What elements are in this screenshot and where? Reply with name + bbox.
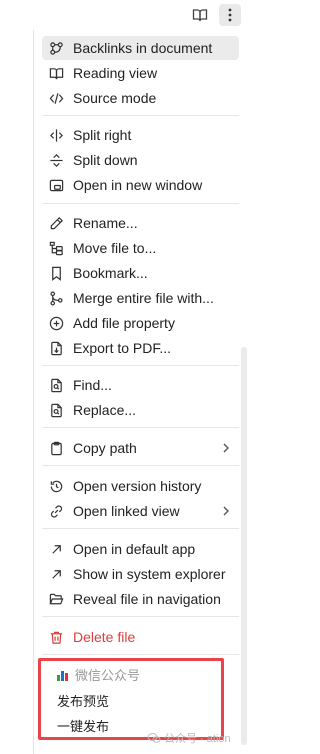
menu-separator <box>42 616 239 617</box>
wechat-icon <box>147 732 161 744</box>
split-down-icon <box>47 151 65 169</box>
menu-item-label: Copy path <box>73 440 137 456</box>
menu-item-rename[interactable]: Rename... <box>42 211 239 235</box>
chart-logo-icon <box>57 669 69 681</box>
history-icon <box>47 477 65 495</box>
menu-item-merge-file[interactable]: Merge entire file with... <box>42 286 239 310</box>
watermark: 公众号 · ation <box>147 730 231 746</box>
chevron-right-icon <box>221 441 231 455</box>
menu-item-label: Show in system explorer <box>73 566 226 582</box>
menu-item-backlinks[interactable]: Backlinks in document <box>42 36 239 60</box>
menu-item-label: Backlinks in document <box>73 40 213 56</box>
publish-preview-item[interactable]: 发布预览 <box>57 691 109 710</box>
menu-item-label: Reading view <box>73 65 158 81</box>
menu-item-source-mode[interactable]: Source mode <box>42 86 239 110</box>
menu-item-reading-view[interactable]: Reading view <box>42 61 239 85</box>
clipboard-icon <box>47 439 65 457</box>
file-replace-icon <box>47 401 65 419</box>
arrow-up-right-icon <box>47 565 65 583</box>
menu-separator <box>42 203 239 204</box>
menu-item-label: Open in new window <box>73 177 203 193</box>
menu-item-export-pdf[interactable]: Export to PDF... <box>42 336 239 360</box>
menu-item-open-new-window[interactable]: Open in new window <box>42 173 239 197</box>
split-right-icon <box>47 126 65 144</box>
link-icon <box>47 502 65 520</box>
menu-item-reveal-in-navigation[interactable]: Reveal file in navigation <box>42 587 239 611</box>
menu-scrollbar[interactable] <box>241 347 247 745</box>
menu-item-label: Open version history <box>73 478 202 494</box>
menu-separator <box>42 465 239 466</box>
menu-separator <box>42 427 239 428</box>
menu-item-find[interactable]: Find... <box>42 373 239 397</box>
menu-item-add-property[interactable]: Add file property <box>42 311 239 335</box>
plus-circle-icon <box>47 314 65 332</box>
menu-item-label: Find... <box>73 377 112 393</box>
menu-item-label: Open linked view <box>73 503 180 519</box>
menu-item-label: Add file property <box>73 315 175 331</box>
file-search-icon <box>47 376 65 394</box>
watermark-text: 公众号 · ation <box>164 733 231 745</box>
chevron-right-icon <box>221 504 231 518</box>
context-menu: Backlinks in document Reading view Sourc… <box>33 30 247 754</box>
pencil-icon <box>47 214 65 232</box>
menu-item-split-right[interactable]: Split right <box>42 123 239 147</box>
git-merge-icon <box>47 289 65 307</box>
menu-item-label: Export to PDF... <box>73 340 172 356</box>
folder-open-icon <box>47 590 65 608</box>
menu-separator <box>42 654 239 655</box>
menu-item-bookmark[interactable]: Bookmark... <box>42 261 239 285</box>
folder-tree-icon <box>47 239 65 257</box>
menu-item-label: Replace... <box>73 402 137 418</box>
arrow-up-right-icon <box>47 540 65 558</box>
bookmark-icon <box>47 264 65 282</box>
file-export-icon <box>47 339 65 357</box>
menu-item-label: Delete file <box>73 629 136 645</box>
menu-item-label: Merge entire file with... <box>73 290 214 306</box>
menu-item-label: Source mode <box>73 90 157 106</box>
one-click-publish-item[interactable]: 一键发布 <box>57 716 109 735</box>
menu-item-label: Rename... <box>73 215 138 231</box>
menu-item-move-file[interactable]: Move file to... <box>42 236 239 260</box>
menu-item-open-default-app[interactable]: Open in default app <box>42 537 239 561</box>
wechat-plugin-section: 微信公众号 发布预览 一键发布 <box>38 658 224 740</box>
wechat-plugin-title: 微信公众号 <box>75 668 141 683</box>
wechat-plugin-header: 微信公众号 <box>57 665 140 684</box>
menu-item-label: Move file to... <box>73 240 157 256</box>
menu-item-label: Bookmark... <box>73 265 148 281</box>
menu-item-linked-view[interactable]: Open linked view <box>42 499 239 523</box>
menu-item-label: Reveal file in navigation <box>73 591 221 607</box>
code-icon <box>47 89 65 107</box>
menu-item-replace[interactable]: Replace... <box>42 398 239 422</box>
view-header-actions <box>0 0 251 30</box>
menu-separator <box>42 528 239 529</box>
menu-item-split-down[interactable]: Split down <box>42 148 239 172</box>
trash-icon <box>47 628 65 646</box>
book-open-icon[interactable] <box>189 4 211 26</box>
backlinks-icon <box>47 39 65 57</box>
menu-item-show-system-explorer[interactable]: Show in system explorer <box>42 562 239 586</box>
menu-item-copy-path[interactable]: Copy path <box>42 436 239 460</box>
menu-item-label: Split right <box>73 127 132 143</box>
menu-separator <box>42 365 239 366</box>
menu-item-label: Open in default app <box>73 541 196 557</box>
menu-item-delete-file[interactable]: Delete file <box>42 625 239 649</box>
menu-item-version-history[interactable]: Open version history <box>42 474 239 498</box>
more-options-icon[interactable] <box>219 4 241 26</box>
menu-item-label: Split down <box>73 152 138 168</box>
book-open-icon <box>47 64 65 82</box>
new-window-icon <box>47 176 65 194</box>
menu-separator <box>42 115 239 116</box>
